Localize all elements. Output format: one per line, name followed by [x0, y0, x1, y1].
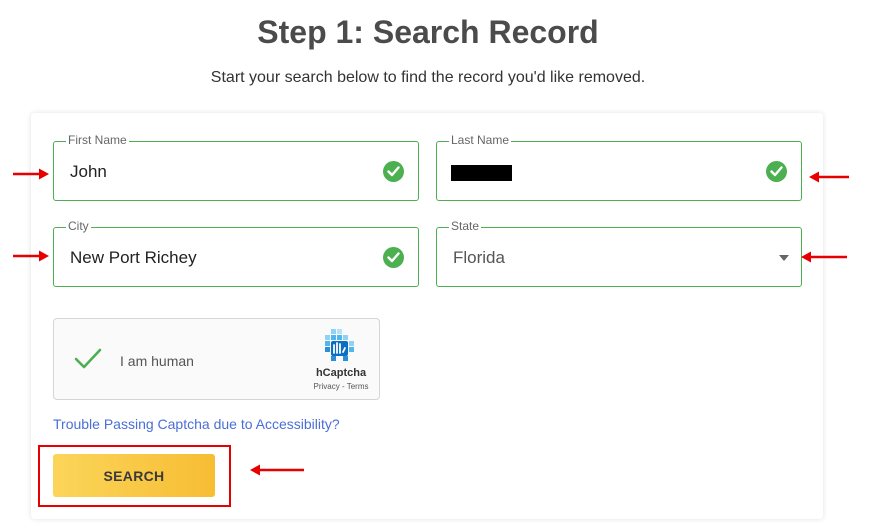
hcaptcha-brand: hCaptcha	[315, 367, 367, 379]
annotation-arrow-icon	[13, 168, 49, 180]
hcaptcha-widget[interactable]: I am human hCaptcha Privacy - Terms	[53, 318, 380, 400]
checkmark-icon[interactable]	[74, 348, 102, 375]
captcha-accessibility-link[interactable]: Trouble Passing Captcha due to Accessibi…	[53, 416, 340, 432]
page-title: Step 1: Search Record	[257, 14, 599, 50]
search-form-card: First Name John Last Name City New Port …	[31, 113, 823, 519]
hcaptcha-privacy-link[interactable]: Privacy	[314, 382, 340, 391]
hcaptcha-link-separator: -	[339, 382, 347, 391]
check-circle-icon	[766, 161, 787, 182]
annotation-arrow-icon	[13, 250, 49, 262]
annotation-arrow-icon	[801, 251, 847, 263]
first-name-field[interactable]: First Name John	[53, 133, 419, 201]
annotation-arrow-icon	[250, 464, 304, 476]
last-name-field[interactable]: Last Name	[436, 133, 802, 201]
last-name-label: Last Name	[449, 133, 512, 147]
city-label: City	[66, 219, 91, 233]
state-select[interactable]: State Florida	[436, 219, 802, 287]
check-circle-icon	[383, 161, 404, 182]
redacted-last-name	[451, 165, 512, 181]
city-field[interactable]: City New Port Richey	[53, 219, 419, 287]
state-label: State	[449, 219, 482, 233]
caret-down-icon[interactable]	[779, 255, 789, 261]
first-name-value[interactable]: John	[70, 162, 107, 182]
annotation-arrow-icon	[809, 171, 849, 183]
page-subtitle: Start your search below to find the reco…	[210, 69, 646, 86]
search-button[interactable]: SEARCH	[53, 454, 215, 497]
check-circle-icon	[383, 247, 404, 268]
hcaptcha-terms-link[interactable]: Terms	[347, 382, 369, 391]
first-name-label: First Name	[66, 133, 129, 147]
state-value[interactable]: Florida	[453, 248, 505, 268]
hcaptcha-links: Privacy - Terms	[306, 382, 376, 391]
captcha-label: I am human	[120, 353, 194, 369]
city-value[interactable]: New Port Richey	[70, 248, 197, 268]
hcaptcha-logo-icon	[322, 329, 356, 368]
